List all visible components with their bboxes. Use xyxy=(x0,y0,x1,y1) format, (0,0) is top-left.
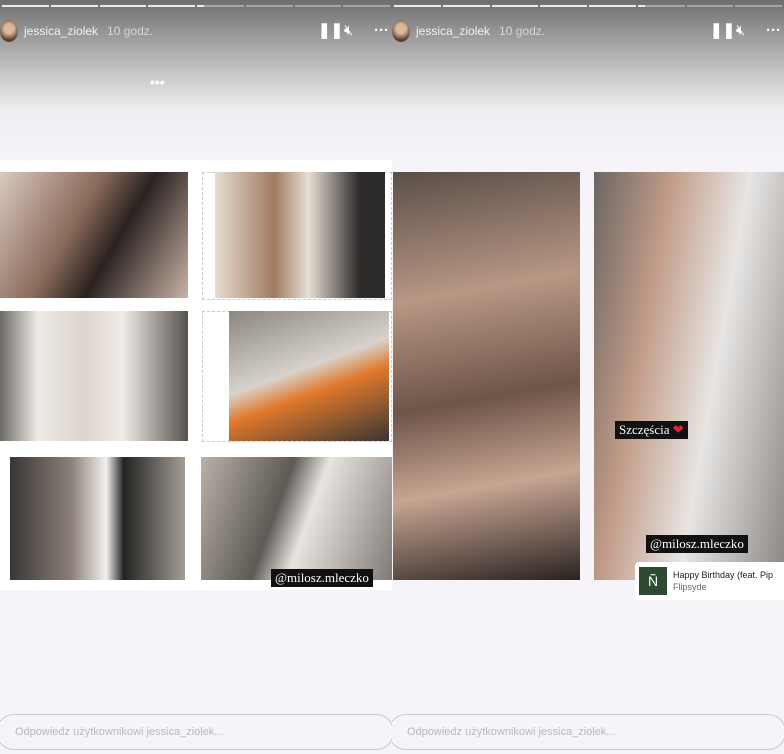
timestamp: 10 godz. xyxy=(107,24,154,38)
photo-man-dog xyxy=(594,172,784,580)
loading-dots-icon: ••• xyxy=(150,74,165,90)
photo-man-bowl xyxy=(229,311,389,441)
photo-couple-kiss xyxy=(0,172,188,298)
pause-icon[interactable]: ❚❚ xyxy=(318,18,343,44)
muted-speaker-icon[interactable]: 🔇︎ xyxy=(344,18,353,44)
timestamp: 10 godz. xyxy=(499,24,546,38)
pause-icon[interactable]: ❚❚ xyxy=(710,18,735,44)
photo-bathrobes xyxy=(0,311,188,441)
caption-sticker: Szczęścia ❤ xyxy=(615,421,688,439)
song-artist: Flipsyde xyxy=(673,582,707,592)
photo-couple-closeup xyxy=(393,172,580,580)
photo-couple-selfie xyxy=(215,172,385,298)
story-left[interactable]: jessica_ziolek 10 godz. ❚❚ 🔇︎ ··· ••• @m… xyxy=(0,0,392,754)
username[interactable]: jessica_ziolek xyxy=(416,24,490,38)
progress-bars xyxy=(392,5,784,7)
more-icon[interactable]: ··· xyxy=(766,18,781,44)
photo-dog-sofa xyxy=(201,457,392,580)
collage: @milosz.mleczko xyxy=(0,160,392,590)
photo-dalmatian-kitchen xyxy=(10,457,185,580)
username[interactable]: jessica_ziolek xyxy=(24,24,98,38)
avatar[interactable] xyxy=(392,20,410,42)
reply-input[interactable]: Odpowiedz użytkownikowi jessica_ziolek..… xyxy=(0,714,392,750)
album-art-icon: Ñ xyxy=(639,567,667,595)
mention-tag[interactable]: @milosz.mleczko xyxy=(271,569,373,587)
avatar[interactable] xyxy=(0,20,18,42)
mention-tag[interactable]: @milosz.mleczko xyxy=(646,535,748,553)
progress-bars xyxy=(0,5,392,7)
more-icon[interactable]: ··· xyxy=(374,18,389,44)
muted-speaker-icon[interactable]: 🔇︎ xyxy=(736,18,745,44)
story-right[interactable]: jessica_ziolek 10 godz. ❚❚ 🔇︎ ··· Szczęś… xyxy=(392,0,784,754)
song-title: Happy Birthday (feat. Pip xyxy=(673,570,774,580)
caption-text: Szczęścia xyxy=(619,422,670,437)
music-sticker[interactable]: Ñ Happy Birthday (feat. Pip Flipsyde xyxy=(635,562,784,600)
heart-icon: ❤ xyxy=(672,422,684,437)
reply-input[interactable]: Odpowiedz użytkownikowi jessica_ziolek..… xyxy=(392,714,784,750)
